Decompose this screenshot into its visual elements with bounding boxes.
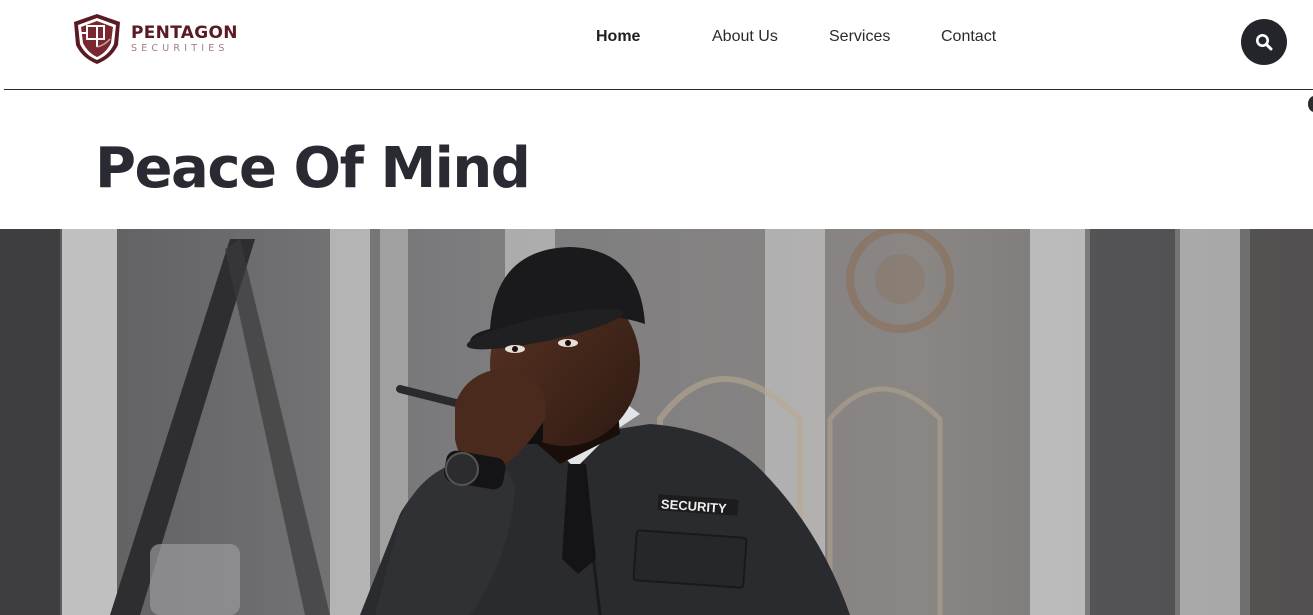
nav-services[interactable]: Services: [829, 27, 890, 47]
site-header: PENTAGON SECURITIES Home About Us Servic…: [0, 0, 1313, 89]
brand-name: PENTAGON: [131, 23, 238, 43]
search-button[interactable]: [1241, 19, 1287, 65]
brand-tagline: SECURITIES: [131, 43, 229, 54]
header-divider: [4, 89, 1313, 90]
nav-about-us[interactable]: About Us: [712, 27, 778, 47]
nav-contact[interactable]: Contact: [941, 27, 996, 47]
scroll-indicator: [1308, 96, 1313, 112]
brand-logo[interactable]: PENTAGON SECURITIES: [72, 13, 238, 65]
hero-image: SECURITY: [0, 229, 1313, 615]
security-guard-photo: SECURITY: [0, 229, 1313, 615]
pentagon-shield-icon: [74, 14, 120, 64]
hero-title: Peace Of Mind: [95, 136, 531, 201]
search-icon: [1256, 34, 1273, 51]
nav-home[interactable]: Home: [596, 27, 640, 47]
